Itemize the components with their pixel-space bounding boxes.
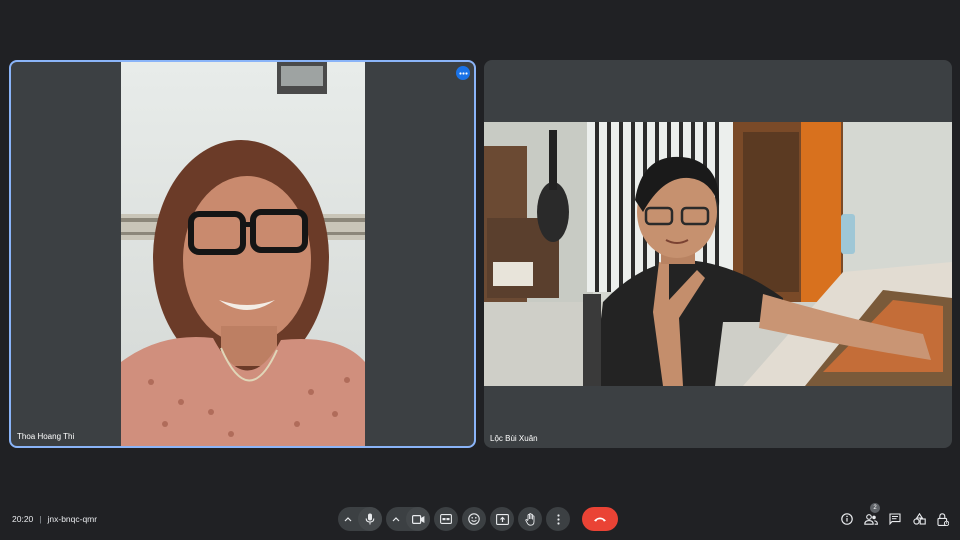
- tile-more-options-button[interactable]: [456, 66, 470, 80]
- raise-hand-button[interactable]: [518, 507, 542, 531]
- reactions-button[interactable]: [462, 507, 486, 531]
- participant-video-thoa: [121, 62, 365, 446]
- meeting-control-bar: 20:20 | jnx-bnqc-qmr 2: [0, 500, 960, 540]
- meeting-info-separator: |: [39, 514, 42, 524]
- meeting-details: 20:20 | jnx-bnqc-qmr: [12, 514, 97, 524]
- participant-name: Thoa Hoang Thi: [17, 432, 75, 441]
- participant-name: Lộc Bùi Xuân: [490, 434, 538, 443]
- hand-icon: [524, 512, 534, 526]
- lock-person-icon: [937, 512, 949, 526]
- call-end-icon: [594, 517, 606, 522]
- people-icon: [864, 513, 878, 525]
- present-to-all-icon: [495, 513, 509, 525]
- call-controls: [338, 507, 618, 531]
- activities-icon: [912, 513, 926, 525]
- chat-icon: [889, 513, 901, 525]
- people-count-badge: 2: [870, 503, 880, 513]
- video-settings-button[interactable]: [386, 507, 406, 531]
- more-options-button[interactable]: [546, 507, 570, 531]
- leave-call-button[interactable]: [582, 507, 618, 531]
- microphone-icon: [365, 513, 375, 525]
- more-vert-icon: [556, 513, 560, 525]
- mic-toggle-button[interactable]: [358, 507, 382, 531]
- audio-settings-button[interactable]: [338, 507, 358, 531]
- mic-control-group: [338, 507, 382, 531]
- captions-button[interactable]: [434, 507, 458, 531]
- meeting-code[interactable]: jnx-bnqc-qmr: [48, 514, 98, 524]
- emoji-icon: [468, 513, 480, 525]
- videocam-icon: [411, 514, 424, 524]
- meeting-details-button[interactable]: [840, 511, 854, 527]
- camera-toggle-button[interactable]: [406, 507, 430, 531]
- people-button[interactable]: 2: [864, 503, 880, 527]
- chevron-up-icon: [392, 516, 400, 521]
- info-icon: [841, 513, 853, 525]
- participant-video-loc: [484, 122, 952, 386]
- participant-tile-loc[interactable]: Lộc Bùi Xuân: [484, 60, 952, 448]
- chat-button[interactable]: [888, 511, 902, 527]
- chevron-up-icon: [344, 516, 352, 521]
- side-panel-controls: 2: [840, 503, 950, 527]
- participant-tile-thoa[interactable]: Thoa Hoang Thi: [9, 60, 476, 448]
- host-controls-button[interactable]: [936, 511, 950, 527]
- activities-button[interactable]: [912, 511, 926, 527]
- present-screen-button[interactable]: [490, 507, 514, 531]
- camera-control-group: [386, 507, 430, 531]
- closed-captions-icon: [440, 514, 452, 524]
- meeting-time: 20:20: [12, 514, 34, 524]
- more-horiz-icon: [458, 71, 468, 75]
